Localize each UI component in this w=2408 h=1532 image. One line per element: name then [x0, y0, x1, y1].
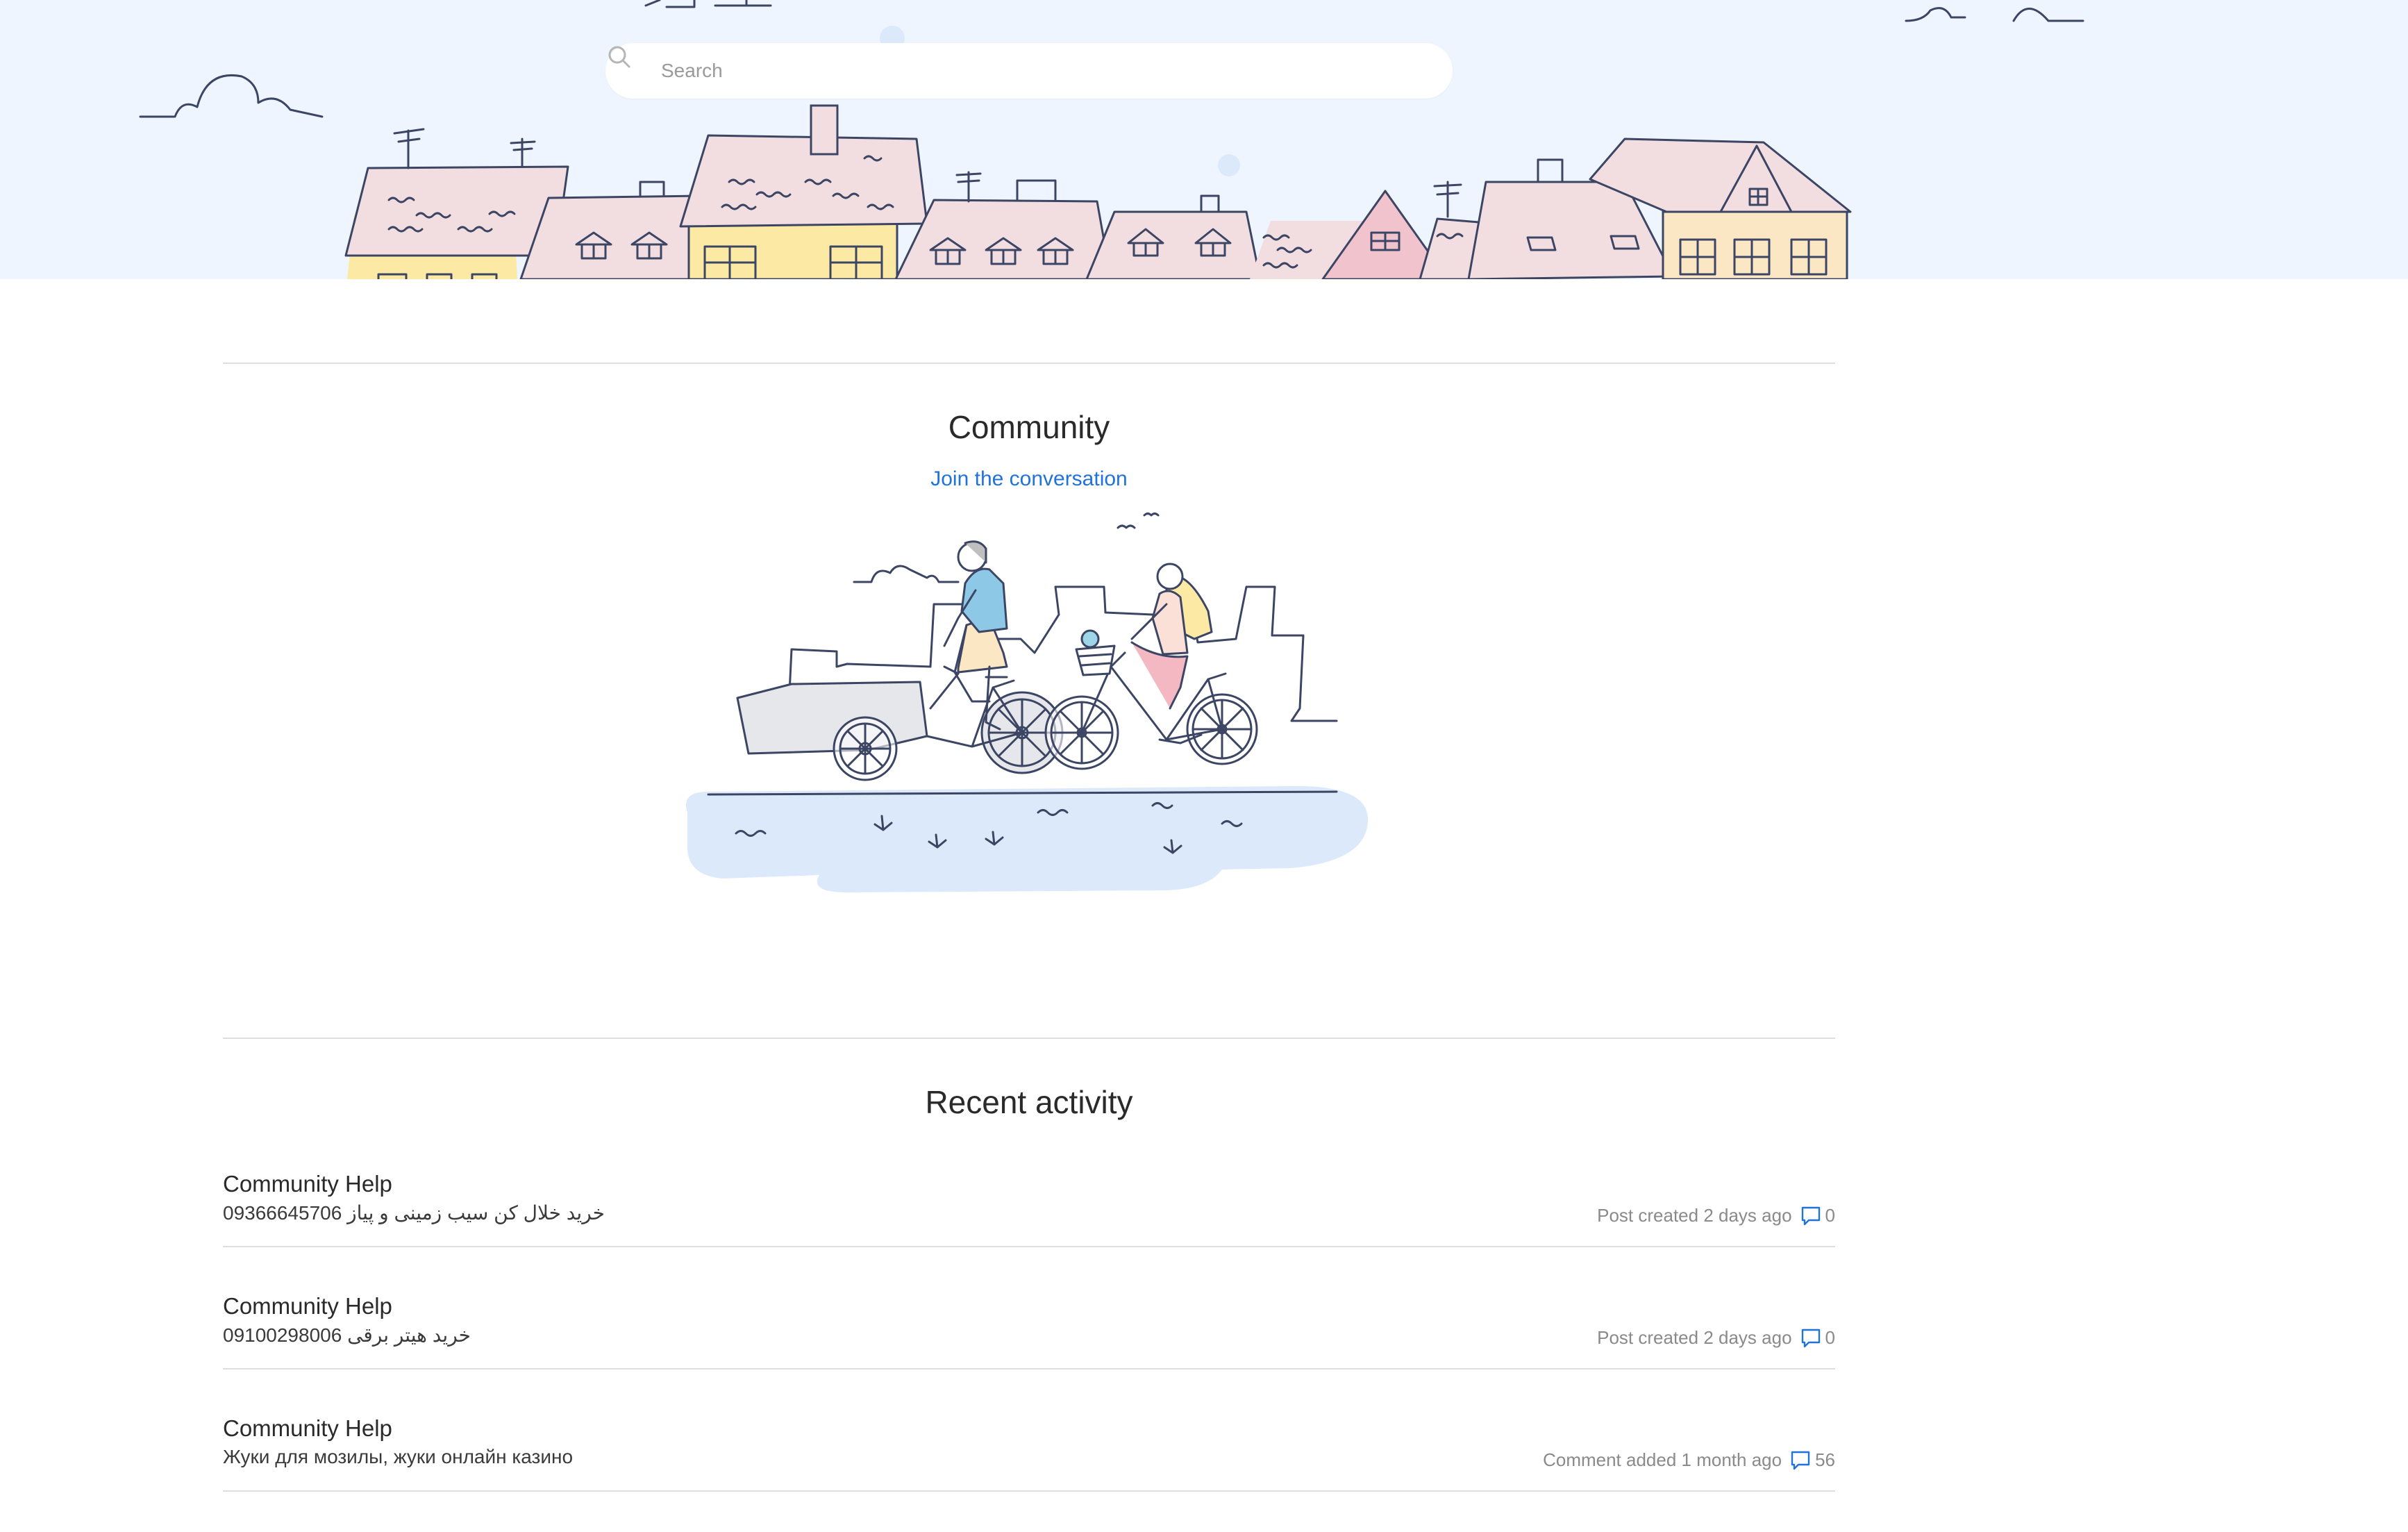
activity-post-title[interactable]: خرید خلال کن سیب زمینی و پیاز 0936664570…	[223, 1201, 605, 1224]
activity-community-link[interactable]: Community Help	[223, 1415, 392, 1442]
activity-post-title[interactable]: Жуки для мозилы, жуки онлайн казино	[223, 1446, 573, 1468]
activity-timestamp: Post created 2 days ago	[1597, 1204, 1792, 1226]
comment-count[interactable]: 56	[1789, 1448, 1835, 1472]
hero-banner	[0, 0, 2408, 279]
comment-icon	[1801, 1329, 1820, 1348]
search-input[interactable]	[661, 43, 1432, 99]
activity-meta: Post created 2 days ago 0	[1597, 1204, 1835, 1227]
comment-icon	[1801, 1206, 1820, 1226]
comment-count[interactable]: 0	[1799, 1326, 1835, 1349]
join-conversation-link[interactable]: Join the conversation	[223, 467, 1835, 491]
activity-meta: Post created 2 days ago 0	[1597, 1326, 1835, 1349]
activity-item[interactable]: Community Help خرید خلال کن سیب زمینی و …	[223, 1125, 1835, 1247]
cyclists-illustration	[686, 513, 1368, 892]
comment-count-value: 0	[1825, 1326, 1835, 1348]
comment-count-value: 0	[1825, 1204, 1835, 1226]
comment-count-value: 56	[1815, 1449, 1835, 1470]
activity-item[interactable]: Community Help خرید هیتر برقی 0910029800…	[223, 1247, 1835, 1369]
activity-community-link[interactable]: Community Help	[223, 1171, 392, 1197]
activity-meta: Comment added 1 month ago 56	[1543, 1448, 1835, 1472]
activity-post-title[interactable]: خرید هیتر برقی 09100298006	[223, 1324, 471, 1347]
search-bar[interactable]	[605, 43, 1453, 99]
activity-timestamp: Post created 2 days ago	[1597, 1326, 1792, 1348]
section-divider	[223, 1038, 1835, 1039]
recent-activity-title: Recent activity	[925, 1084, 1133, 1120]
comment-count[interactable]: 0	[1799, 1204, 1835, 1227]
activity-community-link[interactable]: Community Help	[223, 1293, 392, 1319]
houses-illustration	[139, 0, 2084, 279]
section-divider	[223, 363, 1835, 364]
recent-activity-list: Community Help خرید خلال کن سیب زمینی و …	[223, 1125, 1835, 1492]
activity-item[interactable]: Community Help Жуки для мозилы, жуки онл…	[223, 1369, 1835, 1492]
activity-timestamp: Comment added 1 month ago	[1543, 1449, 1782, 1470]
search-icon	[608, 46, 630, 68]
comment-icon	[1791, 1451, 1810, 1470]
community-title: Community	[948, 409, 1110, 445]
